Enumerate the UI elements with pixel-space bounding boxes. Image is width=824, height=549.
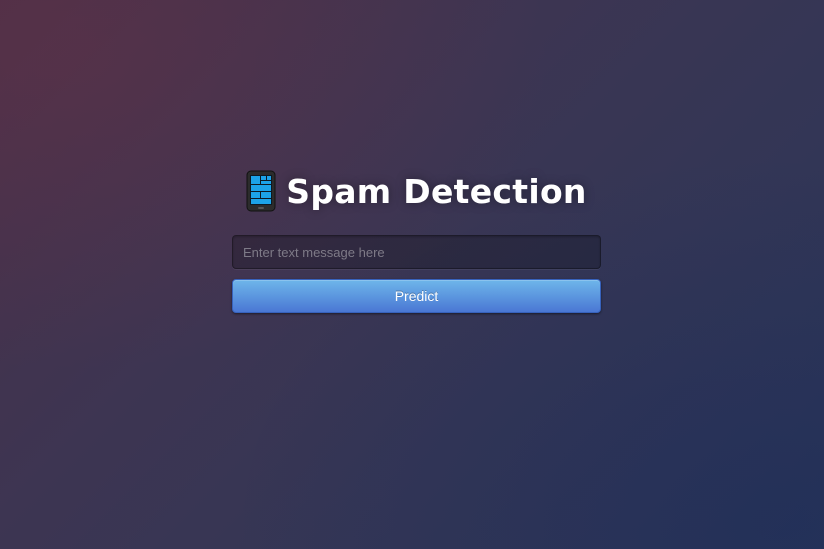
login-form-container: Spam Detection Predict — [232, 168, 601, 313]
message-input[interactable] — [232, 235, 601, 269]
predict-button[interactable]: Predict — [232, 279, 601, 313]
page-title-text: Spam Detection — [286, 171, 587, 211]
page-title: Spam Detection — [232, 168, 601, 214]
mobile-phone-icon — [246, 170, 276, 212]
